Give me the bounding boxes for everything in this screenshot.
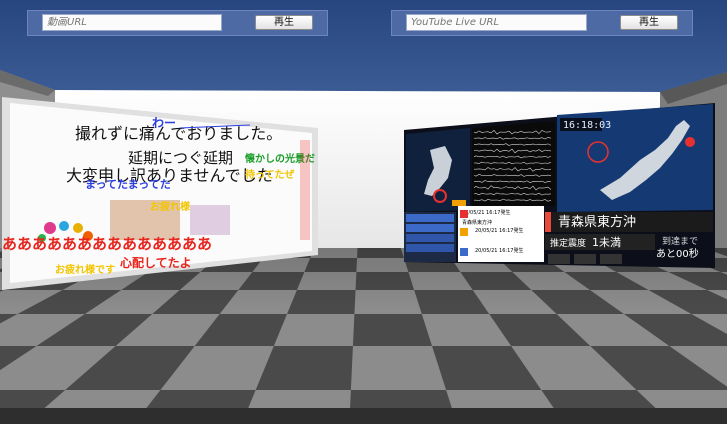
- youtube-live-url-input[interactable]: [406, 14, 587, 31]
- comment-7: 待ってたぜ: [245, 168, 295, 181]
- right-url-bar: 再生: [391, 10, 693, 36]
- arrival-value: あと00秒: [656, 247, 699, 260]
- right-play-button[interactable]: 再生: [620, 15, 678, 30]
- seismograph-traces: [472, 121, 555, 206]
- intensity-value: 1未満: [592, 236, 621, 249]
- comment-4: まってたまってた: [85, 178, 171, 191]
- comment-10: ああああああああああああああ: [2, 235, 212, 253]
- intensity-label: 推定震度: [550, 237, 586, 249]
- quake-clock: 16:18:03: [563, 120, 611, 131]
- comment-2: 延期につぐ延期: [128, 149, 233, 167]
- comment-8: お疲れ様: [150, 200, 191, 213]
- right-video-screen: 16:18:03 青森県東方沖 推定震度 1未満 到達まで あと00秒 20/0…: [404, 103, 715, 268]
- alert-2: 20/05/21 16:17発生: [475, 227, 523, 234]
- alert-3: 20/05/21 16:17発生: [475, 247, 523, 254]
- left-play-button[interactable]: 再生: [255, 15, 313, 30]
- quake-location: 青森県東方沖: [558, 214, 636, 230]
- comment-5: わー: [152, 116, 176, 130]
- alert-region: 青森県東方沖: [462, 219, 492, 226]
- video-url-input[interactable]: [42, 14, 222, 31]
- arrival-label: 到達まで: [662, 235, 698, 247]
- 3d-room-scene: 撮れずに痛んでおりました。 延期につぐ延期 大変申し訳ありませんでした まってた…: [0, 0, 727, 424]
- comment-1: 撮れずに痛んでおりました。: [75, 124, 282, 143]
- left-url-bar: 再生: [27, 10, 328, 36]
- comment-11: 心配してたよ: [120, 255, 192, 270]
- comment-9: お疲れ様です: [55, 263, 115, 276]
- alert-1: 20/05/21 16:17発生: [462, 209, 510, 216]
